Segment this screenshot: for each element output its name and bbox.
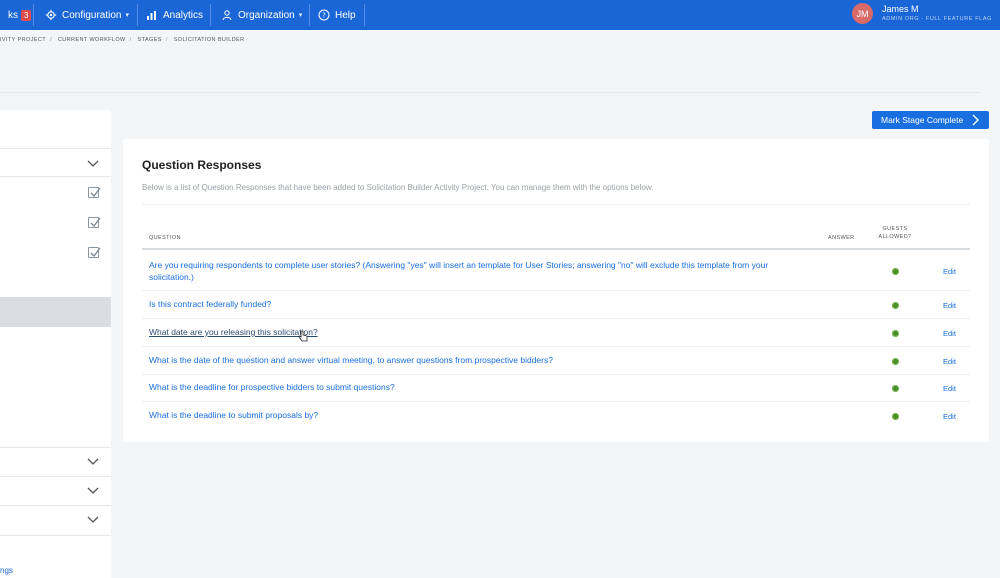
- nav-analytics[interactable]: Analytics: [146, 0, 203, 30]
- question-link[interactable]: Are you requiring respondents to complet…: [149, 259, 809, 283]
- sidebar-divider: [0, 535, 111, 536]
- question-link[interactable]: What is the deadline for prospective bid…: [149, 381, 809, 393]
- gear-icon: [45, 9, 57, 21]
- question-link[interactable]: What is the deadline to submit proposals…: [149, 409, 809, 421]
- breadcrumb-item[interactable]: CURRENT WORKFLOW: [58, 37, 126, 43]
- chevron-right-icon: [972, 114, 979, 126]
- breadcrumb: IVITY PROJECT / CURRENT WORKFLOW / STAGES /…: [0, 37, 248, 43]
- question-link[interactable]: Is this contract federally funded?: [149, 298, 809, 310]
- row-divider: [142, 318, 970, 319]
- nav-help[interactable]: ? Help: [318, 0, 356, 30]
- column-header-guests-line2: ALLOWED?: [878, 234, 912, 240]
- breadcrumb-separator: /: [165, 37, 168, 43]
- edit-link[interactable]: Edit: [943, 267, 956, 276]
- top-navbar: ks 3 Configuration ▾ Analytics Organizat…: [0, 0, 1000, 30]
- nav-divider: [309, 4, 310, 26]
- nav-help-label: Help: [335, 9, 356, 21]
- guests-allowed-status-dot: [892, 385, 899, 392]
- nav-configuration[interactable]: Configuration ▾: [45, 0, 129, 30]
- nav-configuration-label: Configuration: [62, 9, 122, 21]
- mark-stage-complete-label: Mark Stage Complete: [881, 115, 964, 125]
- card-description: Below is a list of Question Responses th…: [142, 183, 654, 192]
- chevron-down-icon: ▾: [298, 12, 303, 19]
- card-title: Question Responses: [142, 158, 262, 172]
- header-divider: [0, 92, 980, 93]
- chevron-down-icon[interactable]: [86, 455, 100, 469]
- nav-partial-label: ks: [8, 9, 18, 21]
- column-header-guests-allowed: GUESTS ALLOWED?: [873, 225, 917, 241]
- checkbox-checked-icon: [88, 247, 101, 258]
- sidebar-item-active[interactable]: [0, 297, 111, 327]
- guests-allowed-status-dot: [892, 302, 899, 309]
- question-link[interactable]: What is the date of the question and ans…: [149, 354, 809, 366]
- edit-link[interactable]: Edit: [943, 384, 956, 393]
- svg-text:?: ?: [322, 12, 326, 20]
- question-responses-card: Question Responses Below is a list of Qu…: [123, 139, 989, 442]
- nav-divider: [364, 4, 365, 26]
- sidebar-divider: [0, 476, 111, 477]
- stage-sidebar: [0, 110, 111, 578]
- row-divider: [142, 346, 970, 347]
- breadcrumb-separator: /: [129, 37, 132, 43]
- column-header-question: QUESTION: [149, 235, 181, 241]
- mark-stage-complete-button[interactable]: Mark Stage Complete: [872, 111, 989, 129]
- user-role: ADMIN ORG - FULL FEATURE FLAG: [882, 16, 992, 22]
- row-divider: [142, 401, 970, 402]
- user-name[interactable]: James M: [882, 4, 919, 14]
- sidebar-link[interactable]: ngs: [0, 566, 13, 575]
- checkbox-checked-icon: [88, 187, 101, 198]
- edit-link[interactable]: Edit: [943, 329, 956, 338]
- sidebar-divider: [0, 505, 111, 506]
- bar-chart-icon: [147, 11, 156, 20]
- guests-allowed-status-dot: [892, 268, 899, 275]
- chevron-down-icon: ▾: [125, 12, 129, 19]
- nav-divider: [33, 4, 34, 26]
- nav-divider: [210, 4, 211, 26]
- nav-analytics-label: Analytics: [163, 9, 204, 21]
- card-divider: [142, 204, 970, 205]
- avatar[interactable]: JM: [852, 3, 873, 24]
- checkbox-checked-icon: [88, 217, 101, 228]
- nav-divider: [137, 4, 138, 26]
- chevron-down-icon[interactable]: [86, 513, 100, 527]
- table-header-divider: [142, 248, 970, 250]
- guests-allowed-status-dot: [892, 330, 899, 337]
- sidebar-divider: [0, 447, 111, 448]
- column-header-guests-line1: GUESTS: [882, 226, 908, 232]
- edit-link[interactable]: Edit: [943, 357, 956, 366]
- guests-allowed-status-dot: [892, 358, 899, 365]
- edit-link[interactable]: Edit: [943, 412, 956, 421]
- column-header-answer: ANSWER: [828, 235, 855, 241]
- row-divider: [142, 290, 970, 291]
- chevron-down-icon[interactable]: [86, 157, 100, 171]
- sidebar-divider: [0, 176, 111, 177]
- breadcrumb-item[interactable]: IVITY PROJECT: [0, 37, 46, 43]
- nav-organization[interactable]: Organization ▾: [221, 0, 302, 30]
- edit-link[interactable]: Edit: [943, 301, 956, 310]
- nav-item-partial[interactable]: ks 3: [8, 0, 32, 30]
- organization-icon: [222, 10, 232, 21]
- chevron-down-icon[interactable]: [86, 484, 100, 498]
- notification-badge: 3: [21, 9, 32, 21]
- breadcrumb-separator: /: [50, 37, 52, 43]
- breadcrumb-item: SOLICITATION BUILDER: [173, 37, 245, 43]
- help-icon: ?: [318, 9, 330, 21]
- question-link[interactable]: What date are you releasing this solicit…: [149, 326, 318, 338]
- breadcrumb-item[interactable]: STAGES: [138, 37, 162, 43]
- guests-allowed-status-dot: [892, 413, 899, 420]
- nav-organization-label: Organization: [238, 9, 295, 21]
- hand-cursor-icon: [298, 330, 308, 342]
- row-divider: [142, 374, 970, 375]
- sidebar-divider: [0, 148, 111, 149]
